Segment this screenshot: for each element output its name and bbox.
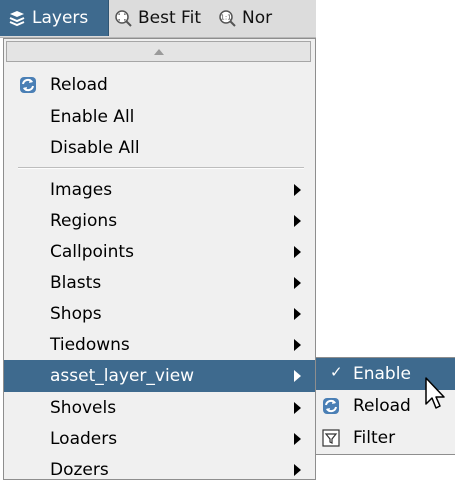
menu-item-label: Shops [50,304,102,324]
submenu-arrow-icon [294,370,301,382]
reload-icon [20,77,36,93]
menu-item-label: Blasts [50,273,102,293]
menu-item-loaders[interactable]: Loaders [4,423,315,455]
submenu-item-label: Enable [353,364,411,384]
zoom-normal-icon: 1:1 [219,10,236,27]
menu-separator [18,167,304,169]
menu-item-regions[interactable]: Regions [4,205,315,237]
menu-item-callpoints[interactable]: Callpoints [4,236,315,268]
menu-item-label: asset_layer_view [50,366,195,386]
submenu-item-filter[interactable]: Filter [316,422,455,454]
menu-item-label: Regions [50,211,118,231]
menu-item-shovels[interactable]: Shovels [4,392,315,424]
layers-button-label: Layers [32,8,89,28]
toolbar: Layers Best Fit 1:1 Nor [0,0,316,38]
submenu-arrow-icon [294,246,301,258]
submenu-arrow-icon [294,464,301,476]
mouse-cursor-icon [425,377,445,409]
check-icon: ✓ [330,363,343,381]
submenu-item-label: Reload [353,396,411,416]
menu-item-label: Dozers [50,460,109,480]
normal-size-button-label: Nor [242,8,273,28]
layers-icon [9,11,25,27]
menu-item-label: Shovels [50,398,117,418]
menu-item-disable-all[interactable]: Disable All [4,132,315,164]
scroll-up-arrow-icon [153,48,164,55]
menu-item-blasts[interactable]: Blasts [4,267,315,299]
submenu-item-label: Filter [353,428,396,448]
menu-item-reload[interactable]: Reload [4,69,315,101]
layers-menu: Reload Enable All Disable All Images Reg… [3,38,316,480]
menu-item-label: Enable All [50,107,135,127]
submenu-arrow-icon [294,339,301,351]
menu-item-label: Tiedowns [50,335,130,355]
filter-icon [322,429,340,447]
submenu-arrow-icon [294,308,301,320]
menu-item-label: Reload [50,75,108,95]
submenu-arrow-icon [294,433,301,445]
menu-item-enable-all[interactable]: Enable All [4,101,315,133]
menu-item-images[interactable]: Images [4,174,315,206]
menu-item-shops[interactable]: Shops [4,298,315,330]
submenu-arrow-icon [294,277,301,289]
menu-item-label: Disable All [50,138,140,158]
layers-button[interactable]: Layers [0,0,109,36]
submenu-arrow-icon [294,402,301,414]
menu-scroll-up-button[interactable] [6,41,311,62]
zoom-fit-icon [115,10,132,27]
svg-text:1:1: 1:1 [220,14,231,22]
best-fit-button[interactable]: Best Fit [114,0,201,36]
submenu-arrow-icon [294,215,301,227]
menu-item-label: Callpoints [50,242,134,262]
submenu-arrow-icon [294,184,301,196]
best-fit-button-label: Best Fit [138,8,201,28]
menu-item-asset-layer-view[interactable]: asset_layer_view [4,360,315,392]
menu-item-dozers[interactable]: Dozers [4,454,315,480]
menu-item-label: Loaders [50,429,118,449]
menu-item-tiedowns[interactable]: Tiedowns [4,329,315,361]
reload-icon [323,398,339,414]
menu-item-label: Images [50,180,113,200]
normal-size-button[interactable]: 1:1 Nor [218,0,272,36]
